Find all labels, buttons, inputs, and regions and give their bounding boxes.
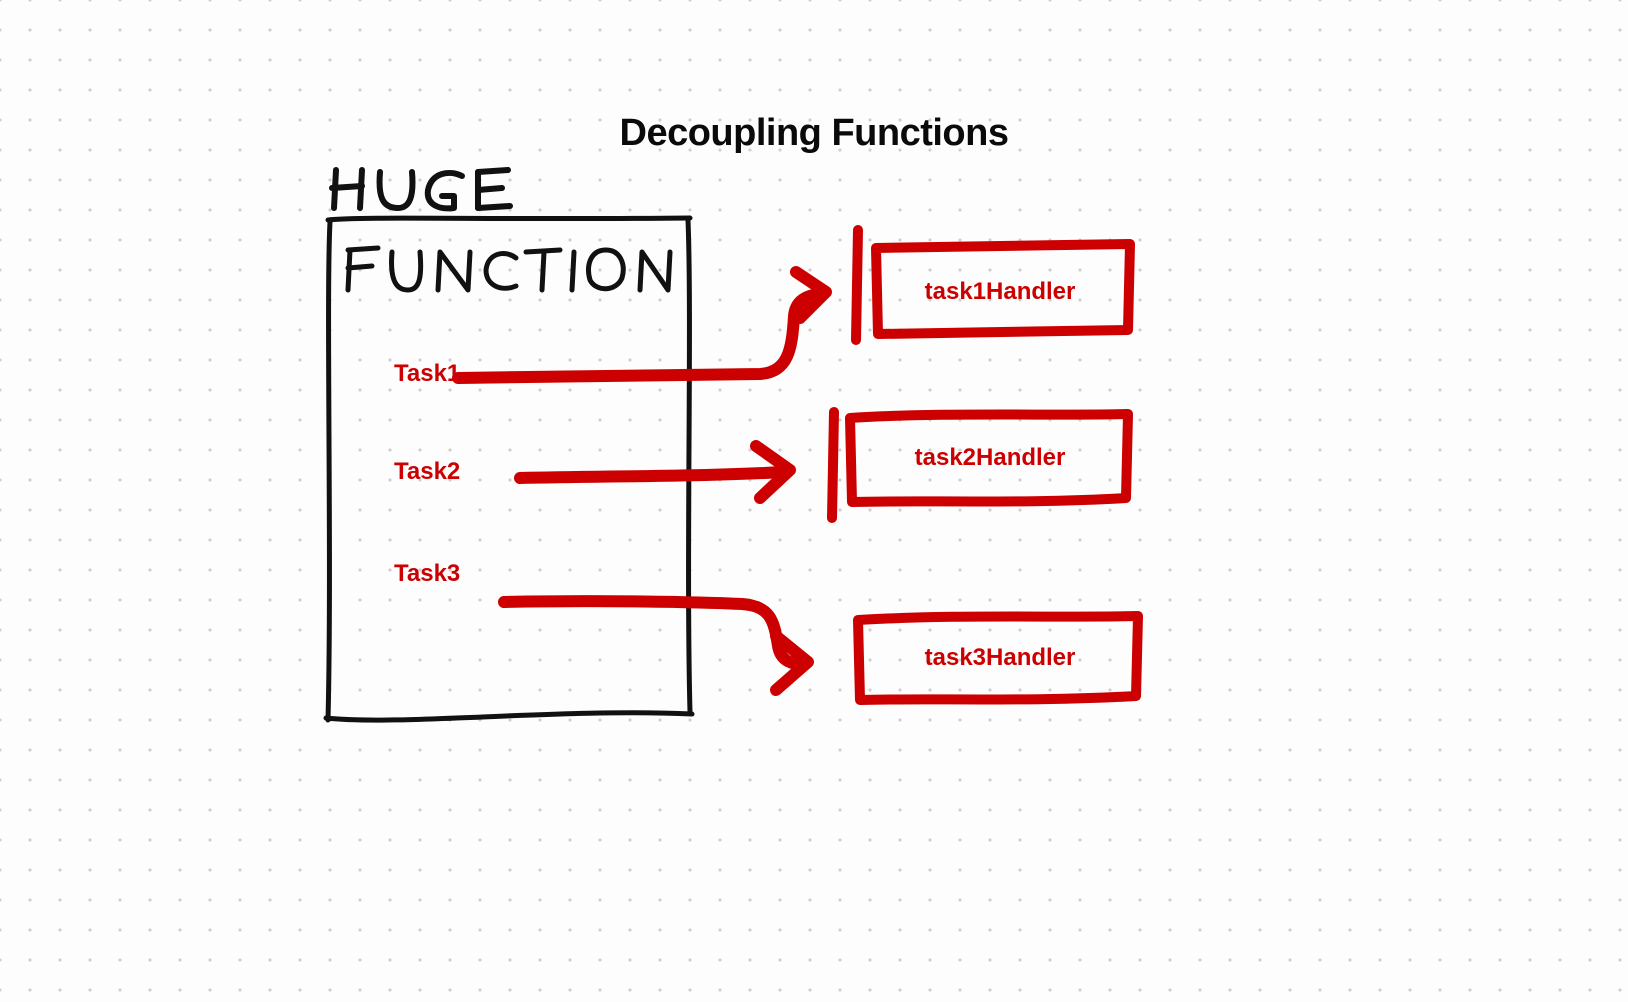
task3-label: Task3: [394, 560, 460, 588]
task2-label: Task2: [394, 458, 460, 486]
handler2-label: task2Handler: [860, 444, 1120, 472]
huge-label-line2: [348, 248, 670, 290]
handler3-label: task3Handler: [870, 644, 1130, 672]
huge-label-line1: [332, 170, 510, 208]
diagram-title: Decoupling Functions: [0, 112, 1628, 155]
handler1-label: task1Handler: [870, 278, 1130, 306]
task1-label: Task1: [394, 360, 460, 388]
